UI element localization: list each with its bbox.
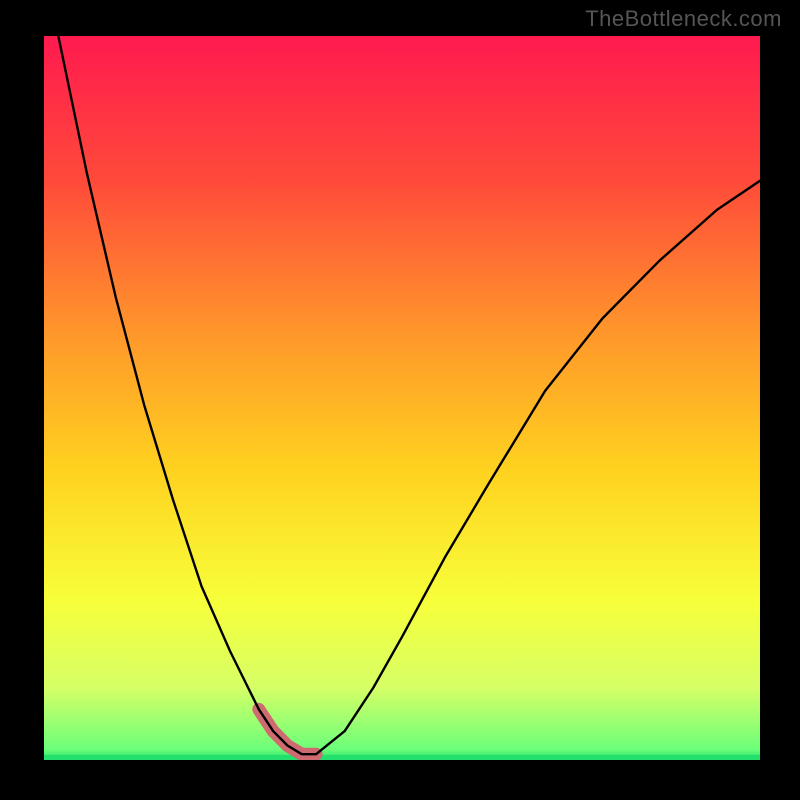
chart-frame: TheBottleneck.com xyxy=(0,0,800,800)
watermark-text: TheBottleneck.com xyxy=(585,6,782,32)
plot-area xyxy=(44,36,760,760)
bottleneck-chart xyxy=(44,36,760,760)
gradient-background xyxy=(44,36,760,760)
